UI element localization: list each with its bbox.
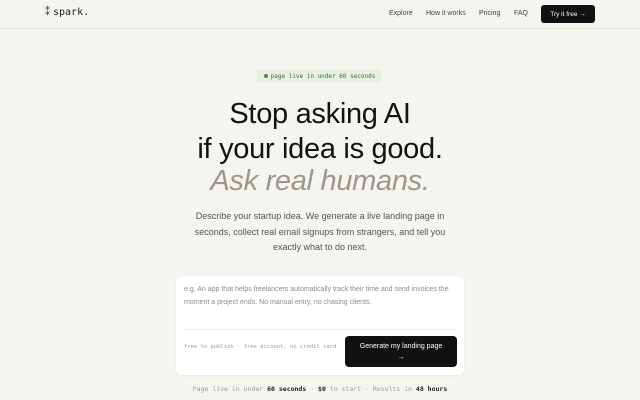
- try-free-button[interactable]: Try it free →: [541, 5, 595, 23]
- stats-separator: ·: [365, 385, 369, 393]
- stats-mid: to start: [329, 385, 362, 393]
- headline-line3: Ask real humans.: [210, 165, 430, 197]
- stats-prefix: Page live in under: [192, 385, 264, 393]
- hero-headline-line1: Stop asking AI: [0, 98, 640, 131]
- generate-button-label: Generate my landing page: [359, 342, 443, 350]
- stats-separator: ·: [310, 385, 315, 393]
- stats-suffix: Results in: [372, 385, 412, 393]
- badge-text: page live in under 60 seconds: [270, 72, 376, 80]
- logo[interactable]: ⁑ spark.: [45, 7, 89, 18]
- logo-text: spark.: [53, 7, 90, 18]
- hero-headline-line2: if your idea is good.: [0, 133, 640, 166]
- generate-landing-page-button[interactable]: Generate my landing page →: [345, 336, 457, 367]
- nav-link-explore[interactable]: Explore: [389, 10, 413, 17]
- idea-form-card: free to publish · free account, no credi…: [176, 276, 464, 375]
- hero-headline-line3: Ask real humans.: [0, 165, 640, 198]
- status-dot-icon: [263, 74, 268, 78]
- nav-link-faq[interactable]: FAQ: [514, 10, 528, 17]
- arrow-right-icon: →: [397, 353, 405, 361]
- top-nav: ⁑ spark. Explore How it works Pricing FA…: [0, 0, 640, 29]
- form-note: free to publish · free account, no credi…: [184, 344, 337, 350]
- divider: [184, 329, 456, 330]
- stats-line: Page live in under 60 seconds · $0 to st…: [0, 385, 640, 393]
- nav-link-pricing[interactable]: Pricing: [479, 10, 500, 17]
- hero-subtitle: Describe your startup idea. We generate …: [194, 211, 446, 252]
- stat-hours: 48 hours: [415, 385, 448, 393]
- headline-line1: Stop asking AI: [229, 98, 411, 130]
- spark-icon: ⁑: [45, 6, 50, 18]
- idea-input[interactable]: [184, 283, 454, 323]
- nav-link-how-it-works[interactable]: How it works: [426, 10, 466, 17]
- stat-seconds: 60 seconds: [267, 385, 307, 393]
- headline-line2: if your idea is good.: [197, 133, 443, 165]
- speed-badge: page live in under 60 seconds: [257, 69, 382, 83]
- stat-price: $0: [318, 385, 326, 393]
